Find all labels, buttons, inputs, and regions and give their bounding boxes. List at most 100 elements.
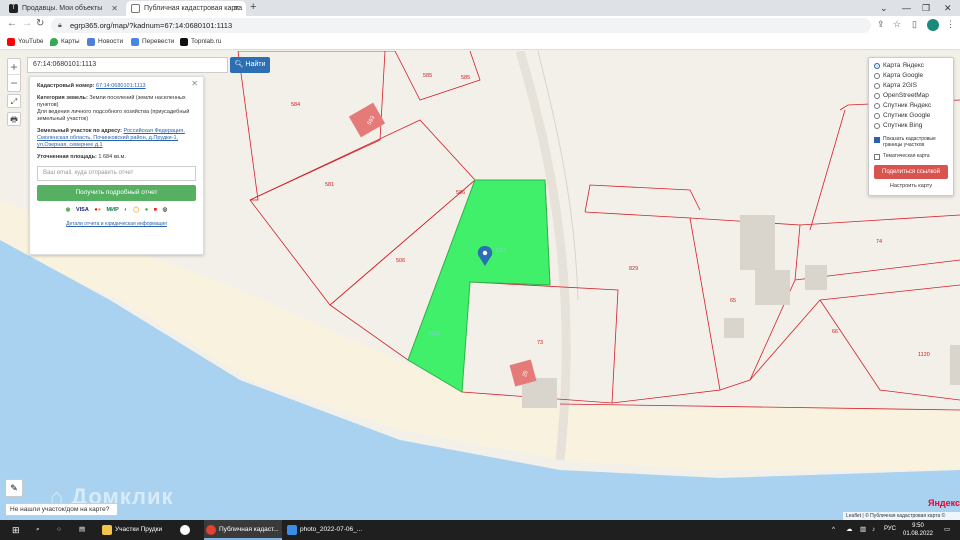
layer-option-sat-yandex[interactable]: Спутник Яндекс [874,101,948,111]
taskbar-app-explorer[interactable]: Участки Прудки [100,520,175,540]
alfa-icon: ■ [153,207,158,213]
taskbar-app-label: Участки Прудки [115,526,163,533]
bookmark-youtube[interactable]: YouTube [7,37,44,47]
onedrive-icon[interactable]: ☁ [846,520,853,540]
usage-text: Для ведения личного подсобного хозяйства… [37,109,190,122]
layer-switcher: Карта Яндекс Карта Google Карта 2GIS Ope… [868,57,954,196]
radio-icon [874,73,880,79]
windows-start-icon[interactable]: ⊞ [12,520,20,540]
not-found-link[interactable]: Не нашли участок/дом на карте? [5,503,118,516]
sidebar-icon[interactable]: ▯ [912,19,917,30]
mir-icon: МИР [106,207,119,213]
bookmark-maps[interactable]: Карты [50,37,80,47]
zoom-in-icon[interactable]: + [8,59,20,75]
bookmark-label: Карты [61,38,80,45]
close-tab-icon[interactable]: ✕ [233,1,240,16]
star-icon[interactable]: ☆ [893,19,901,30]
layer-option-sat-google[interactable]: Спутник Google [874,111,948,121]
folder-icon [102,525,112,535]
language-indicator[interactable]: РУС [884,526,896,532]
parcel-label: 1120 [918,352,930,358]
bookmark-label: YouTube [18,38,44,45]
taskbar-app-chrome[interactable]: Публичная кадаст... [204,520,282,540]
cortana-icon[interactable]: ○ [57,520,61,540]
parcel-label: 585 [461,75,470,81]
map-favicon-icon [131,4,140,13]
taskbar-app-label: photo_2022-07-06_... [300,526,363,533]
tab-cadastral-map[interactable]: Публичная кадастровая карта ✕ [126,1,246,16]
layer-label: Карта 2GIS [883,82,918,89]
zoom-control: + − [7,58,21,92]
bookmark-translate[interactable]: Перевести [131,37,174,47]
taskbar-app-photos[interactable]: photo_2022-07-06_... [285,520,363,540]
layer-label: Карта Google [883,72,924,79]
category-label: Категория земель: [37,95,88,101]
address-bar[interactable]: 🔒︎ egrp365.org/map/?kadnum=67:14:0680101… [51,18,871,33]
pencil-icon[interactable]: ✎ [5,479,23,497]
email-field[interactable]: Ваш email, куда отправить отчет [37,166,196,181]
parcel-label: 586 [456,190,465,196]
parcel-label: 584 [291,102,300,108]
network-icon[interactable]: ▥ [860,520,866,540]
close-window-icon[interactable]: ✕ [944,0,952,16]
parcel-info-panel: ✕ Кадастровый номер: 67:14:0680101:1113 … [29,76,204,255]
search-input[interactable]: 67:14:0680101:1113 [27,57,228,73]
maximize-icon[interactable]: ❐ [922,0,930,16]
menu-icon[interactable]: ⋮ [946,19,955,30]
parcel-label: 581 [325,182,334,188]
sber-icon: ● [144,207,149,213]
address-label: Земельный участок по адресу: [37,128,122,134]
search-icon[interactable]: ⌕ [36,520,40,540]
clock-date: 01.08.2022 [902,531,934,537]
zoom-out-icon[interactable]: − [8,75,20,91]
bookmark-label: Новости [98,38,124,45]
beeline-icon: ◎ [162,207,168,213]
layer-option-google[interactable]: Карта Google [874,71,948,81]
print-icon[interactable]: 🖶︎ [7,112,21,126]
forward-icon[interactable]: → [22,18,32,29]
reload-icon[interactable]: ↻ [36,18,44,29]
mastercard-icon: ●● [94,207,102,213]
share-icon[interactable]: ⇪ [877,19,885,30]
layer-option-2gis[interactable]: Карта 2GIS [874,81,948,91]
get-report-button[interactable]: Получить подробный отчет [37,185,196,201]
radio-icon [874,83,880,89]
layer-option-yandex[interactable]: Карта Яндекс [874,61,948,71]
checkbox-label: Тематическая карта [883,153,930,159]
layer-label: Карта Яндекс [883,62,925,69]
thematic-checkbox[interactable]: Тематическая карта [874,153,948,160]
area-label: Уточненная площадь: [37,154,97,160]
topnlab-icon [180,38,188,46]
close-tab-icon[interactable]: ✕ [111,1,118,16]
browser-toolbar: ← → ↻ 🔒︎ egrp365.org/map/?kadnum=67:14:0… [0,16,960,35]
avatar[interactable] [927,19,939,31]
tab-title: Публичная кадастровая карта [144,5,243,12]
parcel-label: 585 [423,73,432,79]
checkbox-label: Показать кадастровые границы участков [883,136,936,148]
find-button[interactable]: 🔍︎ Найти [230,57,270,73]
tab-sellers[interactable]: T Продавцы. Мои объекты ✕ [4,1,124,16]
new-tab-icon[interactable]: + [250,1,256,13]
close-icon[interactable]: ✕ [191,80,198,88]
bookmark-label: Topnlab.ru [191,38,222,45]
kadnum-link[interactable]: 67:14:0680101:1113 [96,83,146,89]
tray-chevron-icon[interactable]: ^ [832,520,835,540]
layer-option-osm[interactable]: OpenStreetMap [874,91,948,101]
notifications-icon[interactable]: ▭ [944,520,950,540]
minimize-icon[interactable]: — [902,0,911,16]
details-link[interactable]: Детали отчета и юридическая информация [66,221,167,227]
radio-icon [874,123,880,129]
show-borders-checkbox[interactable]: Показать кадастровые границы участков [874,136,948,148]
fullscreen-icon[interactable]: ⤢ [7,94,21,108]
taskbar-app-yandex[interactable] [178,520,200,540]
clock[interactable]: 9:50 01.08.2022 [902,522,934,538]
task-view-icon[interactable]: ▤ [79,520,85,540]
chevron-down-icon[interactable]: ⌄ [880,0,888,16]
share-link-button[interactable]: Поделиться ссылкой [874,165,948,179]
setup-map-link[interactable]: Настроить карту [890,183,932,189]
back-icon[interactable]: ← [7,18,17,29]
layer-option-sat-bing[interactable]: Спутник Bing [874,121,948,131]
bookmark-topnlab[interactable]: Topnlab.ru [180,37,221,47]
volume-icon[interactable]: ♪ [872,520,875,540]
bookmark-news[interactable]: Новости [87,37,123,47]
